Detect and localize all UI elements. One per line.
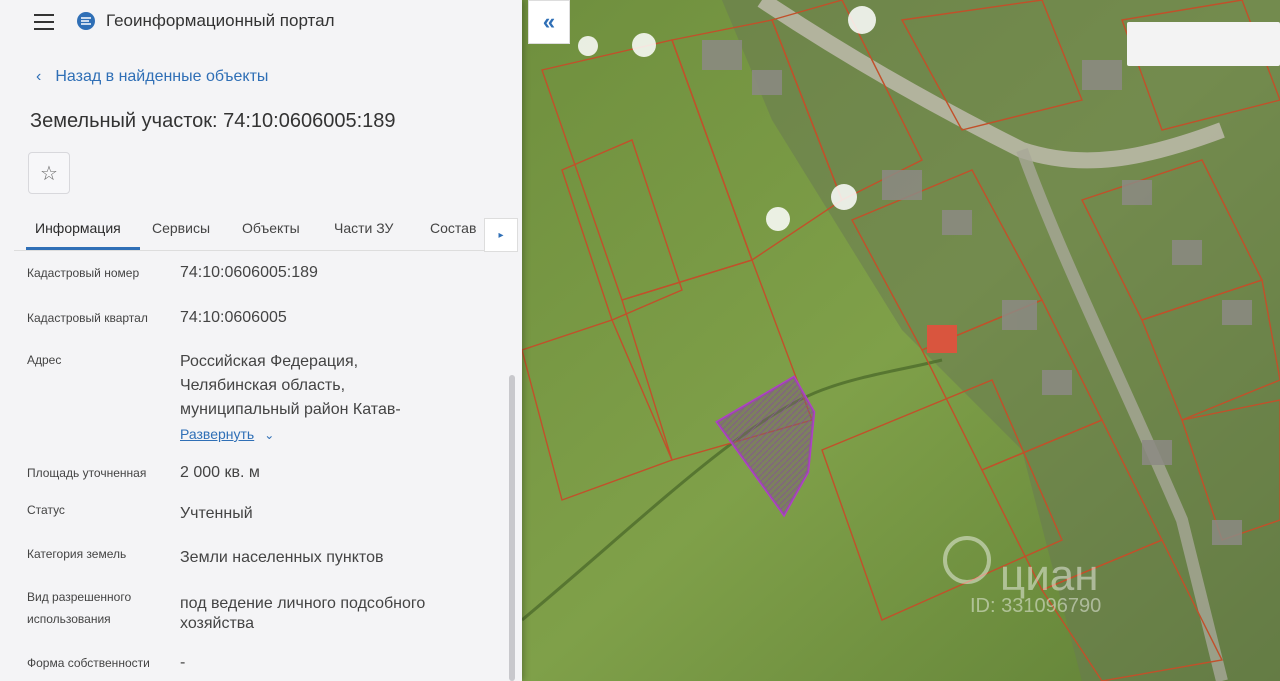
- page-title: Земельный участок: 74:10:0606005:189: [30, 110, 396, 132]
- tab-objects[interactable]: Объекты: [242, 220, 300, 236]
- building-red-roof: [927, 325, 957, 353]
- field-value-line-1: под ведение личного подсобного: [180, 595, 426, 612]
- tab-services[interactable]: Сервисы: [152, 220, 210, 236]
- header: Геоинформационный портал: [0, 0, 522, 44]
- expand-address-link[interactable]: Развернуть ⌄: [180, 426, 274, 442]
- hamburger-icon[interactable]: [34, 14, 54, 30]
- field-label: Кадастровый номер: [27, 266, 140, 280]
- chevron-right-icon: ▸: [498, 229, 504, 241]
- address-line-3: муниципальный район Катав-: [180, 401, 401, 418]
- field-label: Статус: [27, 503, 65, 517]
- app-title: Геоинформационный портал: [106, 11, 335, 30]
- field-value-line-2: хозяйства: [180, 615, 255, 632]
- field-label-line-2: использования: [27, 612, 111, 626]
- field-label: Кадастровый квартал: [27, 311, 148, 325]
- chevron-down-icon: ⌄: [264, 428, 275, 442]
- address-line-2: Челябинская область,: [180, 377, 346, 394]
- logo-icon: [77, 12, 95, 30]
- collapse-panel-button[interactable]: «: [528, 0, 570, 44]
- tab-composition[interactable]: Состав: [430, 220, 476, 236]
- watermark-id: ID: 331096790: [970, 595, 1101, 617]
- tab-bar: Информация Сервисы Объекты Части ЗУ Сост…: [14, 208, 514, 251]
- double-chevron-left-icon: «: [542, 9, 556, 34]
- field-value: -: [180, 654, 186, 671]
- field-label: Адрес: [27, 353, 62, 367]
- expand-label: Развернуть: [180, 426, 255, 442]
- active-tab-indicator: [26, 247, 140, 250]
- address-line-1: Российская Федерация,: [180, 353, 359, 370]
- field-label: Форма собственности: [27, 656, 150, 670]
- field-label-line-1: Вид разрешенного: [27, 590, 132, 604]
- map-canvas[interactable]: циан ID: 331096790: [522, 0, 1280, 681]
- watermark-brand: циан: [1000, 551, 1099, 600]
- field-value: 74:10:0606005:189: [180, 264, 318, 281]
- favorite-button[interactable]: ☆: [28, 152, 70, 194]
- tab-parts[interactable]: Части ЗУ: [334, 220, 393, 236]
- field-value: Земли населенных пунктов: [180, 549, 384, 566]
- satellite-map[interactable]: циан ID: 331096790: [522, 0, 1280, 681]
- field-label: Площадь уточненная: [27, 466, 147, 480]
- field-value: 74:10:0606005: [180, 309, 287, 326]
- tabs-scroll-button[interactable]: ▸: [484, 218, 518, 252]
- info-panel: Геоинформационный портал ‹ Назад в найден…: [0, 0, 522, 681]
- field-label: Категория земель: [27, 547, 127, 561]
- panel-scrollbar[interactable]: [509, 375, 515, 681]
- field-value: 2 000 кв. м: [180, 464, 260, 481]
- field-value: Учтенный: [180, 505, 253, 522]
- back-label: Назад в найденные объекты: [55, 68, 269, 85]
- tab-information[interactable]: Информация: [35, 220, 121, 236]
- map-search-box[interactable]: [1127, 22, 1280, 66]
- chevron-left-icon: ‹: [36, 68, 42, 85]
- star-icon: ☆: [40, 162, 58, 185]
- back-link[interactable]: ‹ Назад в найденные объекты: [36, 68, 268, 86]
